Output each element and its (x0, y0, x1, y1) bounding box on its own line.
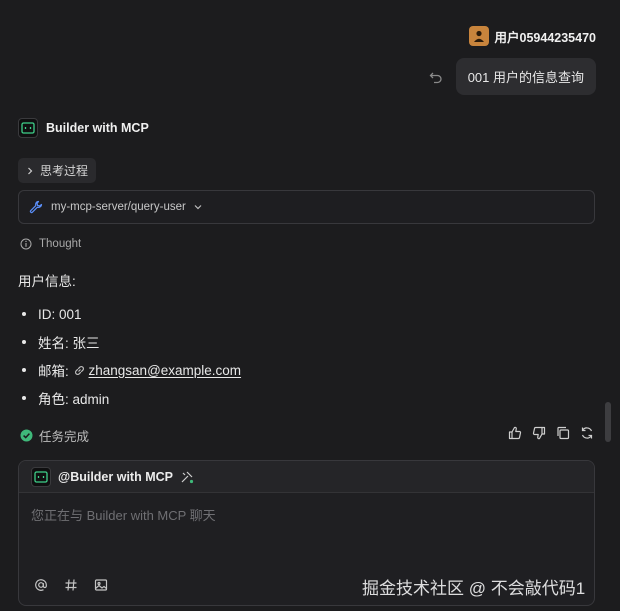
answer-list: ID: 001 姓名: 张三 邮箱: zhangsan@example.com … (22, 300, 241, 412)
list-item: 姓名: 张三 (22, 328, 241, 356)
list-item: 角色: admin (22, 384, 241, 412)
list-item: 邮箱: zhangsan@example.com (22, 356, 241, 384)
chevron-down-icon (194, 205, 202, 210)
item-text: 姓名: 张三 (38, 336, 100, 351)
thinking-label: 思考过程 (40, 164, 89, 178)
list-item: ID: 001 (22, 300, 241, 328)
thought-label: Thought (39, 238, 82, 250)
thought-indicator: Thought (20, 238, 81, 250)
answer-title: 用户信息: (18, 274, 76, 289)
status-text: 任务完成 (39, 430, 90, 444)
image-icon[interactable] (93, 577, 109, 593)
composer-header: @Builder with MCP (19, 461, 594, 493)
undo-icon[interactable] (428, 69, 444, 85)
item-text: 角色: admin (38, 392, 110, 407)
thinking-toggle[interactable]: 思考过程 (18, 158, 97, 183)
user-message-bubble: 001 用户的信息查询 (455, 58, 596, 95)
watermark: 掘金技术社区 @ 不会敲代码1 (362, 579, 586, 598)
info-icon (20, 238, 32, 250)
scrollbar-thumb[interactable] (605, 402, 611, 442)
at-mention-icon[interactable] (33, 577, 49, 593)
bot-logo-icon (18, 118, 38, 138)
item-prefix: 邮箱: (38, 364, 73, 379)
user-header: 用户05944235470 (468, 26, 596, 46)
chevron-right-icon (28, 167, 33, 174)
hash-icon[interactable] (63, 577, 79, 593)
chat-input[interactable]: 您正在与 Builder with MCP 聊天 (31, 505, 216, 524)
check-circle-icon (20, 429, 33, 442)
assistant-name: Builder with MCP (46, 121, 149, 135)
thumbs-up-icon[interactable] (508, 426, 522, 440)
refresh-icon[interactable] (580, 426, 594, 440)
user-name: 用户05944235470 (494, 30, 596, 45)
status-row: 任务完成 (20, 426, 89, 445)
composer-tools (33, 577, 109, 593)
bullet (22, 368, 26, 372)
wrench-icon (29, 200, 43, 214)
thumbs-down-icon[interactable] (532, 426, 546, 440)
message-actions (508, 426, 594, 440)
link-icon (73, 364, 86, 377)
user-avatar-icon (473, 30, 484, 42)
tool-call-box[interactable]: my-mcp-server/query-user (18, 190, 595, 224)
assistant-header: Builder with MCP (18, 118, 149, 138)
bullet (22, 312, 26, 316)
bullet (22, 396, 26, 400)
item-text: ID: 001 (38, 306, 82, 322)
tools-icon[interactable] (180, 470, 194, 484)
mention-label: @Builder with MCP (58, 469, 173, 484)
user-avatar (468, 26, 489, 46)
copy-icon[interactable] (556, 426, 570, 440)
email-link[interactable]: zhangsan@example.com (89, 363, 242, 378)
bot-logo-icon (31, 466, 51, 487)
bullet (22, 340, 26, 344)
user-message-row: 001 用户的信息查询 (428, 58, 596, 95)
tool-call-name: my-mcp-server/query-user (51, 201, 186, 213)
